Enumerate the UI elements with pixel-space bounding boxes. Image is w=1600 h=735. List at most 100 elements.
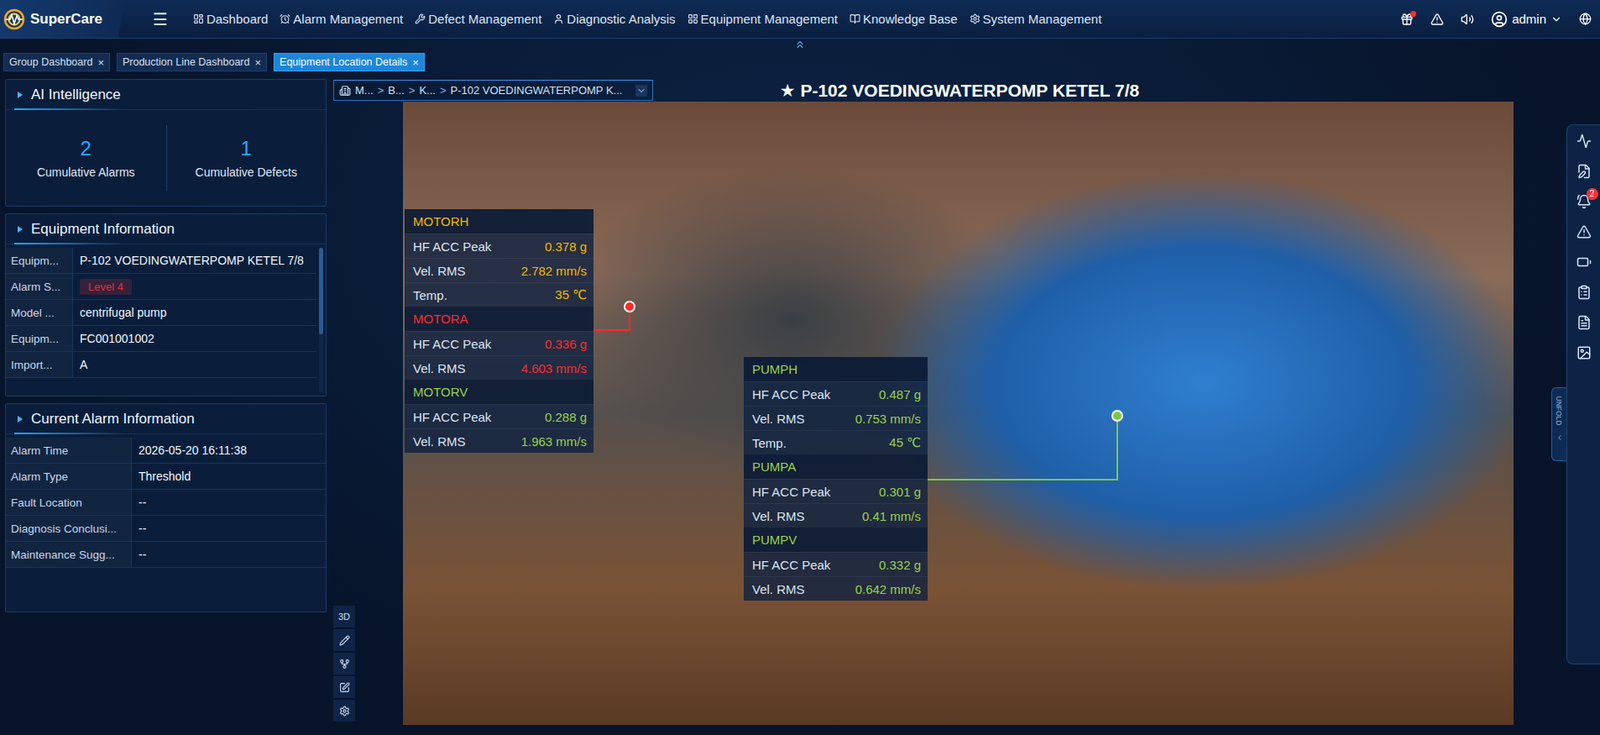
page-tab[interactable]: Group Dashboard× <box>3 52 110 72</box>
channel-title: PUMPA <box>743 454 928 479</box>
info-row: Import...A <box>5 351 317 378</box>
breadcrumb-item[interactable]: B... <box>387 83 405 97</box>
gear-icon <box>339 705 351 717</box>
rail-button[interactable] <box>1576 314 1592 330</box>
nav-item[interactable]: Dashboard <box>193 11 268 27</box>
nav-item-icon <box>414 13 426 25</box>
nav-item[interactable]: Equipment Management <box>687 11 838 27</box>
scrollbar-thumb[interactable] <box>318 247 324 335</box>
panel-header: AI Intelligence <box>5 79 326 110</box>
globe-icon <box>1579 12 1592 26</box>
breadcrumb-item[interactable]: K... <box>418 83 436 97</box>
page-tab[interactable]: Production Line Dashboard× <box>116 52 267 72</box>
page-tab[interactable]: Equipment Location Details× <box>273 52 425 72</box>
equipment-title: ★ P-102 VOEDINGWATERPOMP KETEL 7/8 <box>653 80 1550 101</box>
channel-title: PUMPH <box>743 356 928 382</box>
reading-row: HF ACC Peak0.301 g <box>743 478 928 503</box>
nav-item-icon <box>279 13 291 25</box>
channel-title: MOTORV <box>404 379 594 404</box>
nav-item[interactable]: Alarm Management <box>279 11 403 27</box>
header-actions: admin <box>1400 10 1600 28</box>
mode-3d-button[interactable]: 3D <box>333 605 356 628</box>
breadcrumb: M...>B...>K...>P-102 VOEDINGWATERPOMP K.… <box>333 79 654 101</box>
collapse-toggle[interactable] <box>0 38 1600 51</box>
caret-icon <box>17 225 23 233</box>
reading-row: Vel. RMS1.963 mm/s <box>404 428 594 453</box>
reading-row: Vel. RMS0.41 mm/s <box>743 502 928 528</box>
nav-item[interactable]: System Management <box>969 11 1103 27</box>
rail-button[interactable] <box>1576 284 1592 300</box>
reading-row: Vel. RMS4.603 mm/s <box>404 355 594 380</box>
sensor-card: PUMPHHF ACC Peak0.487 gVel. RMS0.753 mm/… <box>743 356 928 601</box>
user-menu[interactable]: admin <box>1490 10 1563 28</box>
info-row: Fault Location-- <box>5 489 326 516</box>
logo: SuperCare <box>0 0 135 38</box>
image-icon <box>1576 345 1592 361</box>
tab-close[interactable]: × <box>412 57 419 68</box>
caret-icon <box>1550 13 1563 26</box>
sound-icon <box>1460 12 1475 27</box>
rail-button[interactable]: 2 <box>1576 193 1592 210</box>
sensor-marker[interactable] <box>623 300 636 313</box>
breadcrumb-item[interactable]: M... <box>355 83 374 97</box>
header-button[interactable] <box>1400 12 1414 27</box>
caret-icon <box>17 415 23 423</box>
header-button[interactable] <box>1430 12 1444 27</box>
rail-button[interactable] <box>1576 345 1592 361</box>
info-row: Alarm TypeThreshold <box>5 463 326 490</box>
nodes-button[interactable] <box>333 652 356 675</box>
nav-item[interactable]: Diagnostic Analysis <box>553 11 675 27</box>
rail-button[interactable] <box>1576 133 1592 149</box>
rail-button[interactable] <box>1576 254 1592 270</box>
avatar-icon <box>1490 10 1508 28</box>
breadcrumb-dropdown[interactable] <box>635 84 648 97</box>
app-page: SuperCare ☰ Dashboard Alarm Management Defec… <box>0 0 1600 735</box>
nav-item-icon <box>553 13 565 25</box>
logo-text: SuperCare <box>30 10 103 28</box>
page-tabs: Group Dashboard× Production Line Dashboar… <box>0 50 1600 74</box>
breadcrumb-item[interactable]: P-102 VOEDINGWATERPOMP K... <box>449 83 623 97</box>
channel-title: PUMPV <box>743 527 928 552</box>
chevron-icon <box>1555 433 1564 442</box>
equipment-info-table: Equipm...P-102 VOEDINGWATERPOMP KETEL 7/… <box>5 244 317 396</box>
location-view: M...>B...>K...>P-102 VOEDINGWATERPOMP K.… <box>333 78 1550 725</box>
reading-row: Vel. RMS0.642 mm/s <box>743 575 928 601</box>
pen-button[interactable] <box>333 628 356 651</box>
scrollbar[interactable] <box>318 247 324 393</box>
info-row: Equipm...P-102 VOEDINGWATERPOMP KETEL 7/… <box>5 247 317 274</box>
battery-icon <box>1576 254 1592 270</box>
stat-card: 2Cumulative Alarms <box>5 125 167 191</box>
caret-icon <box>17 91 23 99</box>
equipment-photo: MOTORHHF ACC Peak0.378 gVel. RMS2.782 mm… <box>402 101 1514 725</box>
top-nav: SuperCare ☰ Dashboard Alarm Management Defec… <box>0 0 1600 39</box>
menu-toggle[interactable]: ☰ <box>152 9 168 30</box>
rail-button[interactable] <box>1576 163 1592 179</box>
nav-item[interactable]: Knowledge Base <box>849 11 958 27</box>
header-button[interactable] <box>1460 12 1475 27</box>
info-row: Model ...centrifugal pump <box>5 299 317 326</box>
nodes-icon <box>339 658 351 670</box>
tab-close[interactable]: × <box>97 57 105 68</box>
nav-item[interactable]: Defect Management <box>414 11 542 27</box>
tab-close[interactable]: × <box>254 57 262 68</box>
sensor-card: MOTORHHF ACC Peak0.378 gVel. RMS2.782 mm… <box>404 209 594 453</box>
rail-button[interactable] <box>1576 224 1592 240</box>
gear-button[interactable] <box>333 699 356 722</box>
edit-button[interactable] <box>333 675 356 698</box>
reading-row: HF ACC Peak0.336 g <box>404 330 594 356</box>
channel-title: MOTORA <box>404 306 594 331</box>
document-icon <box>1576 314 1592 330</box>
language-button[interactable] <box>1579 12 1592 26</box>
pen-icon <box>339 634 351 646</box>
nav-item-icon <box>193 13 204 25</box>
report-icon <box>1576 163 1592 179</box>
notification-dot <box>1410 10 1417 17</box>
channel-title: MOTORH <box>404 209 594 234</box>
unfold-tab[interactable]: UNFOLD <box>1551 386 1567 461</box>
alert-icon <box>1430 12 1444 27</box>
main-area: AI Intelligence2Cumulative Alarms1Cumula… <box>0 73 1600 735</box>
sensor-marker[interactable] <box>1111 409 1124 422</box>
wave-icon <box>1576 133 1592 149</box>
ai-intelligence-panel: AI Intelligence2Cumulative Alarms1Cumula… <box>5 78 327 207</box>
stats-row: 2Cumulative Alarms1Cumulative Defects <box>5 109 326 206</box>
